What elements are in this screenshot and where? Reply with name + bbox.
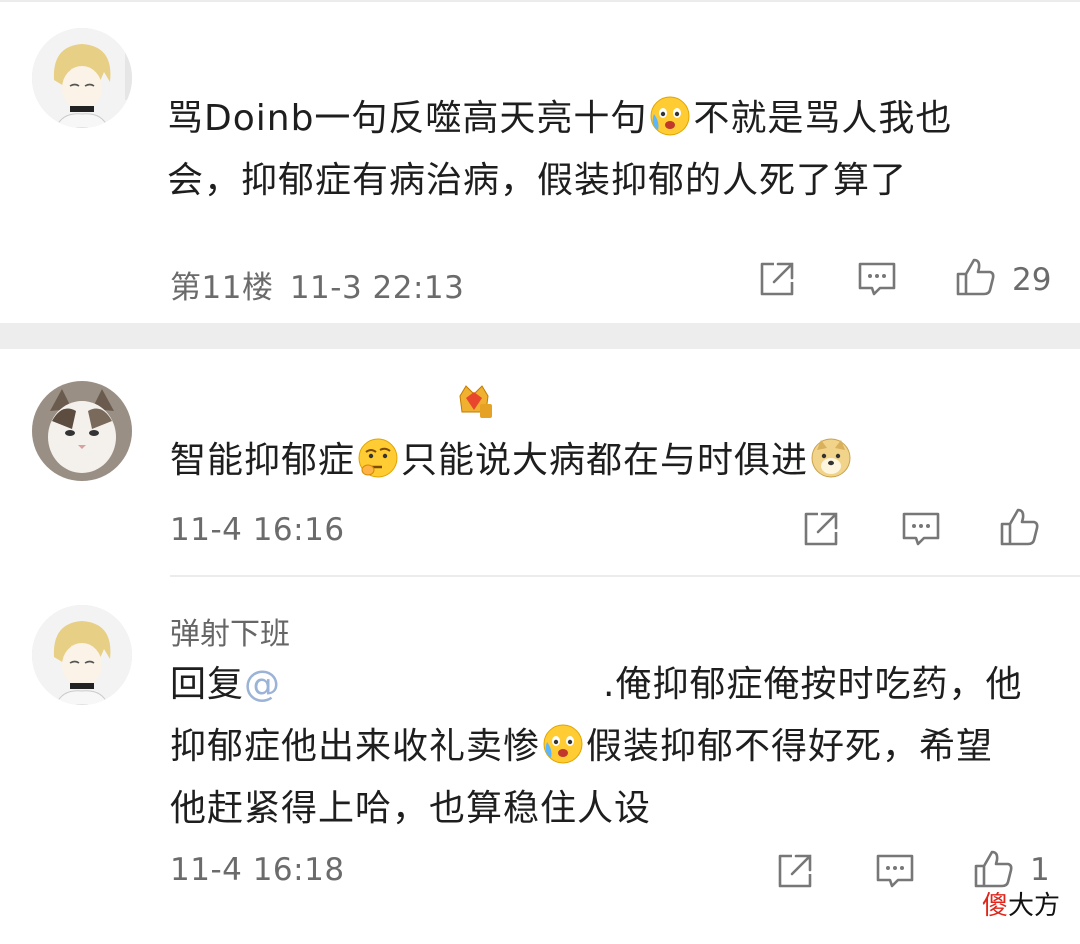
comment-icon[interactable] xyxy=(874,850,916,892)
comment-text: 回复@ .俺抑郁症俺按时吃药，他 抑郁症他出来收礼卖惨 假装抑郁不得好死，希望 他赶… xyxy=(170,654,1022,840)
watermark-red: 傻 xyxy=(981,891,1008,921)
timestamp: 11-4 16:16 xyxy=(170,512,345,548)
share-icon[interactable] xyxy=(774,850,816,892)
avatar[interactable] xyxy=(32,28,132,128)
section-gap xyxy=(0,323,1080,349)
share-icon[interactable] xyxy=(800,508,842,550)
comment-text-part: 会，抑郁症有病治病，假装抑郁的人死了算了 xyxy=(167,160,908,201)
doge-emoji-icon xyxy=(809,436,853,480)
comment-text-part: 只能说大病都在与时俱进 xyxy=(401,440,809,481)
comment-text-part: .俺抑郁症俺按时吃药，他 xyxy=(603,664,1023,705)
crown-badge-icon xyxy=(454,380,494,420)
comment-text-part: 他赶紧得上哈，也算稳住人设 xyxy=(170,788,652,829)
crying-face-emoji-icon xyxy=(541,722,585,766)
cat-avatar-image xyxy=(32,381,132,481)
crying-face-emoji-icon xyxy=(648,94,692,138)
timestamp: 11-3 22:13 xyxy=(289,270,465,306)
comment-icon[interactable] xyxy=(856,258,898,300)
share-icon[interactable] xyxy=(756,258,798,300)
watermark: 傻大方 xyxy=(982,885,1060,922)
comment-text: 骂Doinb一句反噬高天亮十句 不就是骂人我也 会，抑郁症有病治病，假装抑郁的人死… xyxy=(167,88,952,212)
reply-mention[interactable]: @ xyxy=(244,664,281,705)
like-thumb-icon[interactable] xyxy=(954,256,996,298)
comment-divider xyxy=(170,575,1080,577)
anime-avatar-image xyxy=(32,28,132,128)
like-thumb-icon[interactable] xyxy=(998,506,1040,548)
like-thumb-icon[interactable] xyxy=(972,848,1014,890)
comment-text-part: 骂Doinb一句反噬高天亮十句 xyxy=(167,98,648,139)
reply-prefix: 回复 xyxy=(170,664,245,705)
comment-icon[interactable] xyxy=(900,508,942,550)
comment-text-part: 假装抑郁不得好死，希望 xyxy=(586,726,994,767)
comment-text-part: 抑郁症他出来收礼卖惨 xyxy=(170,726,541,767)
username[interactable]: 弹射下班 xyxy=(170,609,290,653)
comment-text-part: 智能抑郁症 xyxy=(170,440,356,481)
like-count: 29 xyxy=(1012,262,1052,298)
thinking-face-emoji-icon xyxy=(356,436,400,480)
comment-text: 智能抑郁症 只能说大病都在与时俱进 xyxy=(170,430,854,492)
like-count: 1 xyxy=(1030,852,1050,888)
avatar[interactable] xyxy=(32,381,132,481)
comment-text-part: 不就是骂人我也 xyxy=(693,98,953,139)
timestamp: 11-4 16:18 xyxy=(170,852,345,888)
comment-meta: 第11楼 11-3 22:13 xyxy=(170,262,464,307)
avatar[interactable] xyxy=(32,605,132,705)
top-divider xyxy=(0,0,1080,2)
floor-number: 第11楼 xyxy=(170,270,274,306)
watermark-black: 大方 xyxy=(1007,891,1060,921)
blurred-mention xyxy=(281,664,603,700)
anime-avatar-image xyxy=(32,605,132,705)
